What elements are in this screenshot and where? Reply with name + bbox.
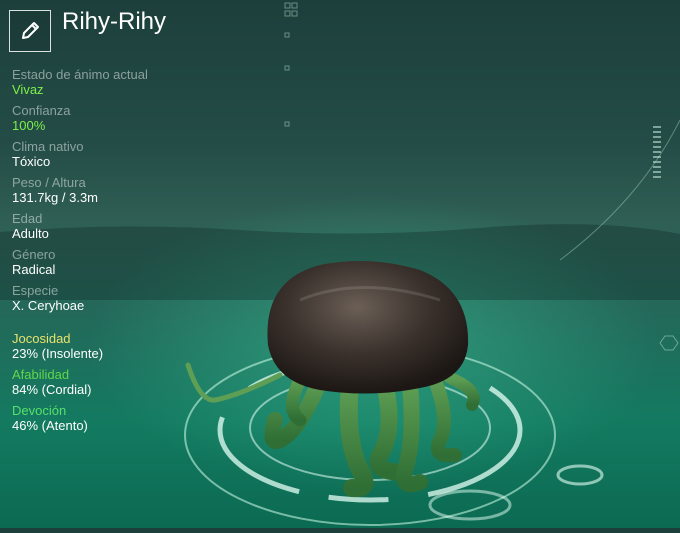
stat-label: Clima nativo xyxy=(12,139,84,154)
creature-info-panel: Rihy-Rihy Estado de ánimo actual Vivaz C… xyxy=(0,0,680,528)
stat-trust: Confianza 100% xyxy=(12,103,232,133)
stat-age: Edad Adulto xyxy=(12,211,232,241)
trait-devotion: Devoción 46% (Atento) xyxy=(12,403,232,433)
stat-value: Tóxico xyxy=(12,154,51,169)
creature-name: Rihy-Rihy xyxy=(62,8,167,35)
trait-friendliness: Afabilidad 84% (Cordial) xyxy=(12,367,232,397)
stat-label: Confianza xyxy=(12,103,71,118)
stat-climate: Clima nativo Tóxico xyxy=(12,139,232,169)
stat-weight-height: Peso / Altura 131.7kg / 3.3m xyxy=(12,175,232,205)
stat-value: 131.7kg / 3.3m xyxy=(12,190,98,205)
stat-label: Estado de ánimo actual xyxy=(12,67,148,82)
stat-value: X. Ceryhoae xyxy=(12,298,85,313)
trait-label: Afabilidad xyxy=(12,367,70,382)
stat-label: Edad xyxy=(12,211,43,226)
stat-species: Especie X. Ceryhoae xyxy=(12,283,232,313)
trait-label: Devoción xyxy=(12,403,67,418)
stat-label: Género xyxy=(12,247,56,262)
stat-value: Radical xyxy=(12,262,56,277)
stats-list: Estado de ánimo actual Vivaz Confianza 1… xyxy=(12,67,232,319)
rename-button[interactable] xyxy=(9,10,51,52)
stat-value: Vivaz xyxy=(12,82,44,97)
trait-label: Jocosidad xyxy=(12,331,71,346)
pencil-icon xyxy=(22,22,39,39)
stat-mood: Estado de ánimo actual Vivaz xyxy=(12,67,232,97)
stat-gender: Género Radical xyxy=(12,247,232,277)
trait-value: 23% (Insolente) xyxy=(12,346,104,361)
trait-value: 84% (Cordial) xyxy=(12,382,92,397)
trait-value: 46% (Atento) xyxy=(12,418,88,433)
stat-value: 100% xyxy=(12,118,46,133)
trait-playfulness: Jocosidad 23% (Insolente) xyxy=(12,331,232,361)
stat-value: Adulto xyxy=(12,226,49,241)
stat-label: Peso / Altura xyxy=(12,175,86,190)
stat-label: Especie xyxy=(12,283,59,298)
traits-list: Jocosidad 23% (Insolente) Afabilidad 84%… xyxy=(12,331,232,439)
